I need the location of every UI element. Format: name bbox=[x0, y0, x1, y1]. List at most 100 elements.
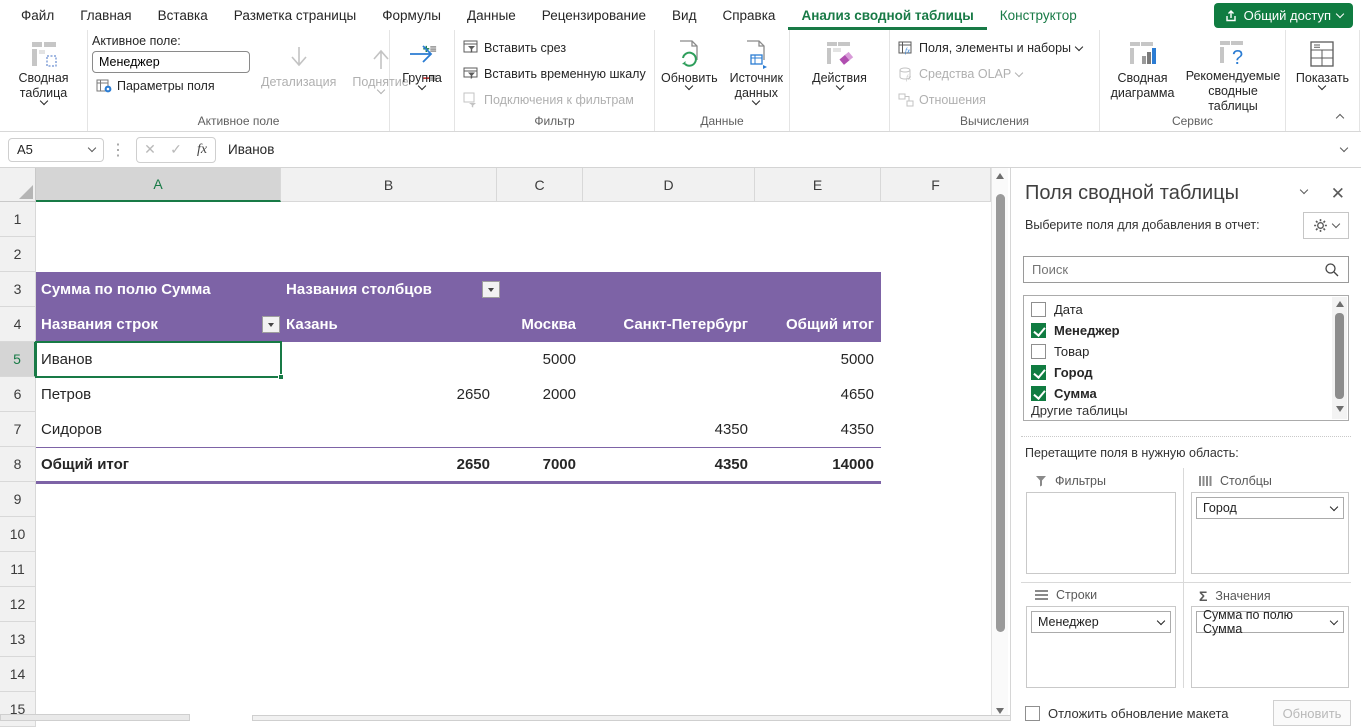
share-button[interactable]: Общий доступ bbox=[1214, 3, 1353, 28]
cell-e8[interactable]: 14000 bbox=[755, 447, 881, 482]
row-header-7[interactable]: 7 bbox=[0, 412, 36, 447]
change-data-source-button[interactable]: Источник данных bbox=[725, 34, 788, 113]
checkbox-unchecked-icon[interactable] bbox=[1031, 344, 1046, 359]
row-header-5[interactable]: 5 bbox=[0, 342, 36, 377]
row-header-11[interactable]: 11 bbox=[0, 552, 36, 587]
row-header-15[interactable]: 15 bbox=[0, 692, 36, 727]
tab-help[interactable]: Справка bbox=[709, 0, 788, 30]
rows-field-chip[interactable]: Менеджер bbox=[1031, 611, 1171, 633]
active-field-input[interactable] bbox=[92, 51, 250, 73]
checkbox-unchecked-icon[interactable] bbox=[1031, 302, 1046, 317]
drill-down-button[interactable]: Детализация bbox=[256, 38, 341, 113]
cell-e6[interactable]: 4650 bbox=[755, 377, 881, 412]
relationships-button[interactable]: Отношения bbox=[894, 90, 1095, 110]
field-item-sum[interactable]: Сумма bbox=[1024, 383, 1348, 404]
scrollbar-thumb[interactable] bbox=[1335, 313, 1344, 399]
fields-items-sets-button[interactable]: fx Поля, элементы и наборы bbox=[894, 38, 1095, 58]
field-item-manager[interactable]: Менеджер bbox=[1024, 320, 1348, 341]
recommended-pivottables-button[interactable]: ? Рекомендуемые сводные таблицы bbox=[1185, 34, 1281, 113]
pivot-chart-button[interactable]: Сводная диаграмма bbox=[1104, 34, 1181, 113]
cell-a6[interactable]: Петров bbox=[36, 377, 281, 412]
scroll-down-icon[interactable] bbox=[996, 708, 1004, 714]
name-box[interactable]: A5 bbox=[8, 138, 104, 162]
values-field-chip[interactable]: Сумма по полю Сумма bbox=[1196, 611, 1344, 633]
update-button[interactable]: Обновить bbox=[1273, 700, 1351, 726]
columns-drop-zone[interactable]: Город bbox=[1191, 492, 1349, 574]
cell-d4[interactable]: Санкт-Петербург bbox=[583, 307, 755, 342]
row-header-2[interactable]: 2 bbox=[0, 237, 36, 272]
search-box[interactable] bbox=[1023, 256, 1349, 283]
cell-a3[interactable]: Сумма по полю Сумма bbox=[36, 272, 281, 307]
checkbox-checked-icon[interactable] bbox=[1031, 386, 1046, 401]
show-button[interactable]: Показать bbox=[1291, 34, 1354, 113]
field-item-city[interactable]: Город bbox=[1024, 362, 1348, 383]
tab-pivottable-analyze[interactable]: Анализ сводной таблицы bbox=[788, 0, 986, 30]
refresh-button[interactable]: Обновить bbox=[656, 34, 723, 113]
filters-drop-zone[interactable] bbox=[1026, 492, 1176, 574]
expand-formula-bar-icon[interactable] bbox=[1340, 144, 1348, 152]
search-input[interactable] bbox=[1024, 262, 1324, 277]
cell-a8[interactable]: Общий итог bbox=[36, 447, 281, 482]
tab-design[interactable]: Конструктор bbox=[987, 0, 1090, 30]
insert-function-icon[interactable]: fx bbox=[189, 138, 215, 162]
column-labels-filter-button[interactable] bbox=[482, 281, 500, 298]
defer-layout-update[interactable]: Отложить обновление макета bbox=[1025, 706, 1229, 721]
cell-b6[interactable]: 2650 bbox=[281, 377, 497, 412]
tab-data[interactable]: Данные bbox=[454, 0, 529, 30]
row-header-8[interactable]: 8 bbox=[0, 447, 36, 482]
row-header-12[interactable]: 12 bbox=[0, 587, 36, 622]
fill-handle[interactable] bbox=[278, 374, 284, 380]
row-header-9[interactable]: 9 bbox=[0, 482, 36, 517]
row-header-14[interactable]: 14 bbox=[0, 657, 36, 692]
column-header-b[interactable]: B bbox=[281, 168, 497, 202]
cell-c4[interactable]: Москва bbox=[497, 307, 583, 342]
checkbox-checked-icon[interactable] bbox=[1031, 323, 1046, 338]
rows-drop-zone[interactable]: Менеджер bbox=[1026, 606, 1176, 688]
filter-connections-button[interactable]: Подключения к фильтрам bbox=[459, 90, 650, 110]
cell-b8[interactable]: 2650 bbox=[281, 447, 497, 482]
row-header-1[interactable]: 1 bbox=[0, 202, 36, 237]
field-settings-button[interactable]: Параметры поля bbox=[92, 76, 250, 96]
column-header-e[interactable]: E bbox=[755, 168, 881, 202]
olap-tools-button[interactable]: fx Средства OLAP bbox=[894, 64, 1095, 84]
cell-d8[interactable]: 4350 bbox=[583, 447, 755, 482]
checkbox-checked-icon[interactable] bbox=[1031, 365, 1046, 380]
group-button[interactable]: Группа bbox=[397, 34, 447, 113]
enter-icon[interactable]: ✓ bbox=[163, 138, 189, 162]
pane-options-chevron-icon[interactable] bbox=[1300, 186, 1308, 194]
cell-d7[interactable]: 4350 bbox=[583, 412, 755, 447]
formula-input[interactable]: Иванов bbox=[216, 142, 1341, 157]
row-header-4[interactable]: 4 bbox=[0, 307, 36, 342]
checkbox-unchecked-icon[interactable] bbox=[1025, 706, 1040, 721]
cell-c6[interactable]: 2000 bbox=[497, 377, 583, 412]
select-all-corner[interactable] bbox=[0, 168, 36, 202]
cell-e4[interactable]: Общий итог bbox=[755, 307, 881, 342]
scroll-up-icon[interactable] bbox=[996, 173, 1004, 179]
tab-insert[interactable]: Вставка bbox=[145, 0, 221, 30]
cell-c8[interactable]: 7000 bbox=[497, 447, 583, 482]
tab-file[interactable]: Файл bbox=[8, 0, 67, 30]
row-header-10[interactable]: 10 bbox=[0, 517, 36, 552]
cell-a7[interactable]: Сидоров bbox=[36, 412, 281, 447]
scrollbar-thumb[interactable] bbox=[996, 194, 1005, 632]
cell-b3[interactable]: Названия столбцов bbox=[281, 272, 481, 307]
actions-button[interactable]: Действия bbox=[807, 34, 872, 113]
cell-c5[interactable]: 5000 bbox=[497, 342, 583, 377]
row-header-13[interactable]: 13 bbox=[0, 622, 36, 657]
column-header-c[interactable]: C bbox=[497, 168, 583, 202]
values-drop-zone[interactable]: Сумма по полю Сумма bbox=[1191, 606, 1349, 688]
field-item-product[interactable]: Товар bbox=[1024, 341, 1348, 362]
scroll-down-icon[interactable] bbox=[1336, 406, 1344, 412]
column-header-d[interactable]: D bbox=[583, 168, 755, 202]
close-icon[interactable]: ✕ bbox=[1331, 184, 1345, 204]
row-header-6[interactable]: 6 bbox=[0, 377, 36, 412]
cell-a4[interactable]: Названия строк bbox=[36, 307, 262, 342]
tab-formulas[interactable]: Формулы bbox=[369, 0, 454, 30]
pivot-table-button[interactable]: Сводная таблица bbox=[4, 34, 83, 113]
more-tables-link[interactable]: Другие таблицы bbox=[1031, 403, 1128, 418]
row-header-3[interactable]: 3 bbox=[0, 272, 36, 307]
column-header-a[interactable]: A bbox=[36, 168, 281, 202]
tab-review[interactable]: Рецензирование bbox=[529, 0, 659, 30]
column-header-f[interactable]: F bbox=[881, 168, 991, 202]
cancel-icon[interactable]: ✕ bbox=[137, 138, 163, 162]
